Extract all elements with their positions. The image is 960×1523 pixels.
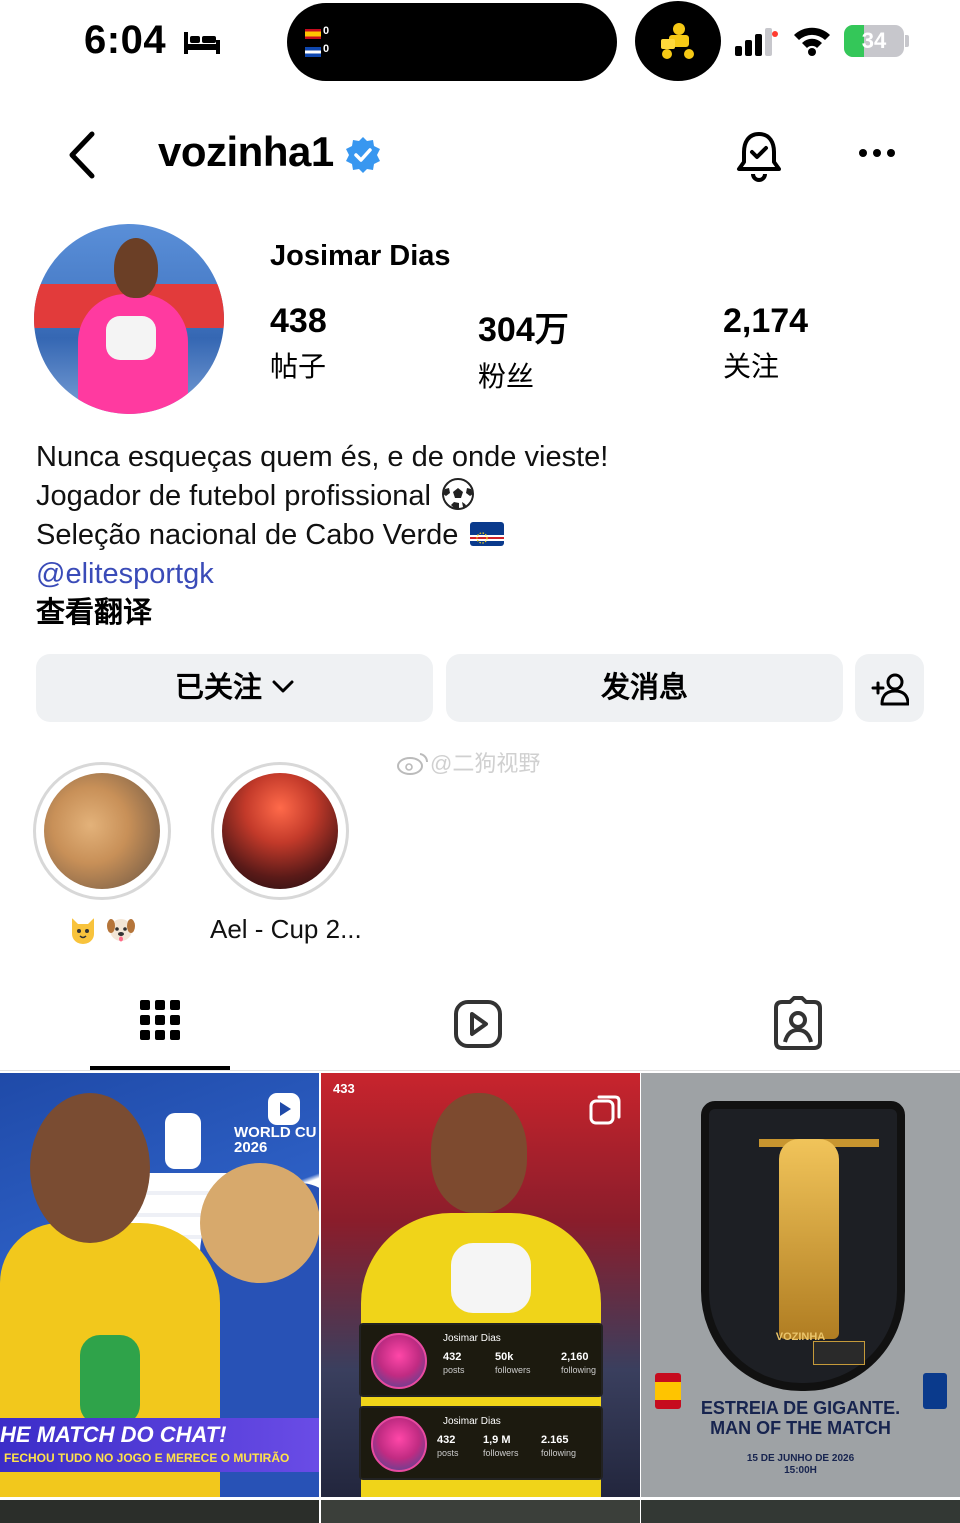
wifi-icon: [794, 27, 830, 56]
suggested-users-button[interactable]: [855, 654, 924, 722]
delivery-rider-icon: [661, 23, 694, 59]
post-banner-subtitle: FECHOU TUDO NO JOGO E MERECE O MUTIRÃO: [4, 1451, 290, 1465]
profile-display-name: Josimar Dias: [270, 240, 451, 272]
dynamic-island-live-score[interactable]: 0 0: [287, 3, 617, 81]
profile-username: vozinha1: [158, 128, 334, 175]
card-name: Josimar Dias: [443, 1416, 501, 1427]
cat-face-emoji-icon: [72, 918, 94, 944]
add-user-icon: [871, 673, 909, 706]
card-following-label: following: [561, 1365, 597, 1375]
highlight-ring: [211, 762, 349, 900]
stats-card: Josimar Dias 432 posts 1,9 M followers 2…: [359, 1406, 603, 1480]
more-options-button[interactable]: [852, 138, 902, 168]
stat-posts-label: 帖子: [270, 351, 327, 382]
card-name: Josimar Dias: [443, 1333, 501, 1344]
post-banner: HE MATCH DO CHAT! FECHOU TUDO NO JOGO E …: [0, 1418, 319, 1472]
card-posts: 432: [443, 1351, 462, 1363]
notifications-bell-button[interactable]: [734, 128, 784, 182]
stat-followers[interactable]: 304万 粉丝: [478, 302, 569, 395]
post-thumbnail-partial[interactable]: [641, 1500, 960, 1523]
posts-grid-tab[interactable]: [130, 996, 190, 1056]
award-shield: [701, 1101, 905, 1391]
post-title-line1: ESTREIA DE GIGANTE.: [700, 1398, 901, 1418]
highlight-cover: [222, 773, 338, 889]
post-wc-line2: 2026: [234, 1139, 268, 1156]
home-score: 0: [323, 25, 330, 37]
tab-divider: [0, 1070, 960, 1071]
post-plate-name: VOZINHA: [775, 1331, 826, 1343]
post-banner-title: HE MATCH DO CHAT!: [0, 1422, 227, 1447]
highlight-ring: [33, 762, 171, 900]
bio-line: Jogador de futebol profissional: [36, 480, 431, 512]
stat-posts[interactable]: 438 帖子: [270, 302, 327, 385]
post-date-line1: 15 DE JUNHO DE 2026: [746, 1453, 855, 1464]
sleep-focus-icon: [184, 32, 220, 54]
story-highlight-pets[interactable]: [32, 762, 172, 945]
card-followers: 1,9 M: [483, 1434, 511, 1446]
post-thumbnail[interactable]: 433 Josimar Dias 432 posts 50k followers…: [321, 1073, 640, 1497]
away-score: 0: [323, 43, 330, 55]
card-followers: 50k: [495, 1351, 514, 1363]
bio-line-with-icon: Jogador de futebol profissional: [36, 477, 608, 516]
following-button[interactable]: 已关注: [36, 654, 433, 722]
following-button-label: 已关注: [174, 672, 262, 704]
post-brand-tag: 433: [333, 1081, 355, 1096]
bio-line-with-flag: Seleção nacional de Cabo Verde: [36, 516, 608, 555]
message-button-label: 发消息: [600, 672, 688, 704]
bio-line: Nunca esqueças quem és, e de onde vieste…: [36, 441, 609, 473]
post-thumbnail-partial[interactable]: [0, 1500, 319, 1523]
weibo-watermark: @二狗视野: [396, 746, 540, 778]
card-posts-label: posts: [437, 1448, 459, 1458]
stat-followers-label: 粉丝: [478, 361, 535, 392]
verified-badge-icon: [346, 137, 380, 173]
battery-indicator: 34: [844, 25, 910, 57]
profile-avatar[interactable]: [34, 224, 224, 414]
card-followers-label: followers: [495, 1365, 531, 1375]
card-followers-label: followers: [483, 1448, 519, 1458]
reels-tab[interactable]: [448, 996, 508, 1056]
highlight-cover: [44, 773, 160, 889]
stat-posts-count: 438: [270, 302, 327, 340]
watermark-text: @二狗视野: [430, 751, 541, 776]
status-time: 6:04: [84, 18, 167, 62]
post-date-line2: 15:00H: [784, 1465, 817, 1476]
card-following: 2,160: [561, 1351, 589, 1363]
cape-verde-flag-icon: [470, 522, 505, 546]
back-button[interactable]: [58, 128, 108, 182]
stat-following-count: 2,174: [723, 302, 809, 340]
message-button[interactable]: 发消息: [446, 654, 843, 722]
team-flag-icon: [305, 47, 321, 57]
bio-link[interactable]: @elitesportgk: [36, 555, 608, 594]
reel-badge-icon: [268, 1093, 300, 1125]
card-following: 2.165: [541, 1434, 569, 1446]
card-posts-label: posts: [443, 1365, 465, 1375]
stat-followers-count: 304万: [478, 311, 569, 349]
profile-bio: Nunca esqueças quem és, e de onde vieste…: [36, 438, 608, 633]
chevron-down-icon: [272, 680, 294, 693]
see-translation-link[interactable]: 查看翻译: [36, 594, 608, 633]
card-posts: 432: [437, 1434, 456, 1446]
battery-percent: 34: [861, 28, 887, 53]
post-title-line2: MAN OF THE MATCH: [710, 1418, 891, 1438]
post-thumbnail-partial[interactable]: [321, 1500, 640, 1523]
bio-line: Seleção nacional de Cabo Verde: [36, 519, 459, 551]
carousel-badge-icon: [589, 1095, 621, 1125]
tagged-tab[interactable]: [768, 996, 828, 1056]
highlight-label-emoji: [32, 914, 172, 945]
dog-face-emoji-icon: [107, 919, 135, 942]
story-highlight-cup[interactable]: Ael - Cup 2...: [210, 762, 362, 945]
cellular-signal-icon: [735, 28, 778, 56]
highlight-label: Ael - Cup 2...: [210, 914, 362, 944]
stat-following-label: 关注: [723, 351, 780, 382]
post-thumbnail[interactable]: WORLD CU 2026 HE MATCH DO CHAT! FECHOU TU…: [0, 1073, 319, 1497]
status-bar: 6:04 0 0 34: [0, 0, 960, 90]
post-thumbnail[interactable]: VOZINHA ESTREIA DE GIGANTE. MAN OF THE MA…: [641, 1073, 960, 1497]
stat-following[interactable]: 2,174 关注: [723, 302, 808, 385]
soccer-ball-icon: [441, 478, 474, 510]
stats-card: Josimar Dias 432 posts 50k followers 2,1…: [359, 1323, 603, 1397]
weibo-logo-icon: [397, 753, 429, 775]
delivery-live-activity[interactable]: [635, 1, 721, 81]
card-following-label: following: [541, 1448, 577, 1458]
spain-flag-icon: [305, 29, 321, 39]
